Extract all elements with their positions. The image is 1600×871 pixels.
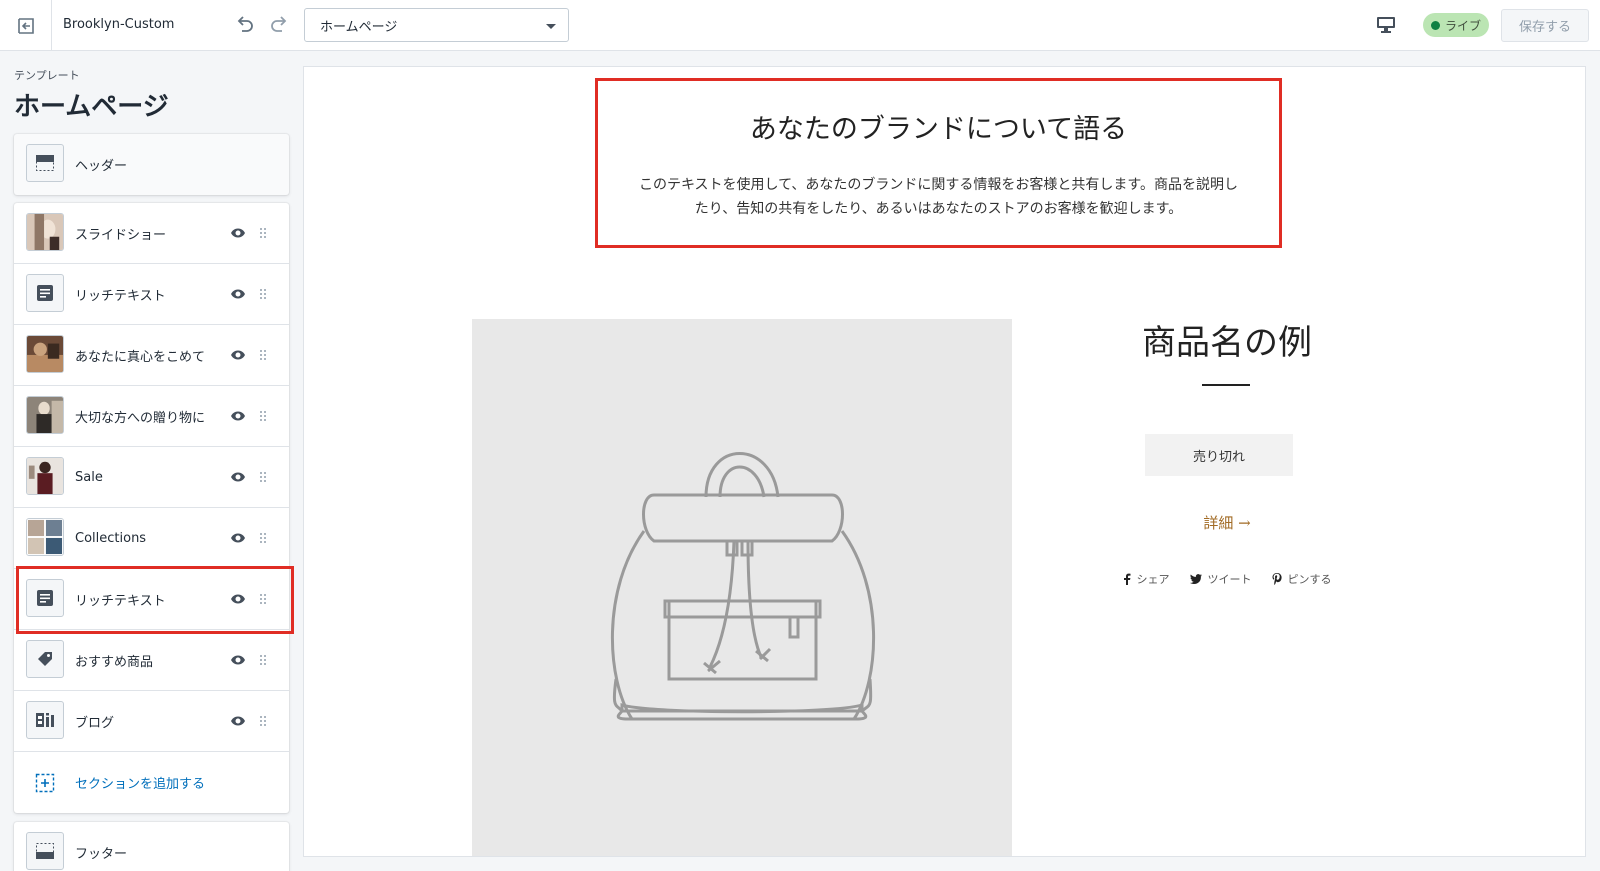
share-facebook-link[interactable]: シェア — [1123, 571, 1170, 587]
sidebar-item-featured-products[interactable]: おすすめ商品 — [14, 630, 289, 691]
drag-handle-icon[interactable] — [259, 288, 267, 300]
share-facebook-label: シェア — [1136, 573, 1170, 586]
eye-icon[interactable] — [230, 714, 246, 728]
add-section-label: セクションを追加する — [75, 777, 206, 792]
slideshow-thumbnail — [26, 213, 64, 251]
social-share-row: シェア ツイート ピンする — [1104, 571, 1350, 587]
sidebar-item-label: スライドショー — [75, 227, 167, 243]
sidebar-item-gift[interactable]: 大切な方への贈り物に — [14, 386, 289, 447]
sidebar-item-label: Sale — [75, 469, 103, 485]
eye-icon[interactable] — [230, 409, 246, 423]
device-preview-button[interactable] — [1374, 13, 1398, 37]
twitter-icon — [1189, 574, 1202, 584]
sidebar-item-image-with-text[interactable]: あなたに真心をこめて — [14, 325, 289, 386]
undo-button[interactable] — [232, 12, 258, 38]
sidebar-item-label: Collections — [75, 530, 147, 546]
undo-icon — [237, 16, 253, 32]
drag-handle-icon[interactable] — [259, 349, 267, 361]
sidebar-item-slideshow[interactable]: スライドショー — [14, 203, 289, 264]
page-template-value: ホームページ — [320, 19, 398, 35]
drag-handle-icon[interactable] — [259, 532, 267, 544]
sidebar-item-blog[interactable]: ブログ — [14, 691, 289, 752]
drag-handle-icon[interactable] — [259, 227, 267, 239]
redo-icon — [271, 16, 287, 32]
footer-section-card: フッター — [14, 822, 289, 871]
chevron-down-icon — [546, 24, 556, 29]
share-pinterest-label: ピンする — [1287, 573, 1332, 586]
sections-list-card: スライドショー リッチテキスト あなたに真心をこめて 大切な方への贈り物に Sa — [14, 203, 289, 813]
share-twitter-label: ツイート — [1207, 573, 1252, 586]
save-button[interactable]: 保存する — [1501, 9, 1589, 42]
backpack-icon — [610, 452, 876, 721]
share-pinterest-link[interactable]: ピンする — [1272, 571, 1332, 587]
sold-out-button[interactable]: 売り切れ — [1145, 434, 1293, 476]
text-section-icon — [26, 274, 64, 312]
rich-text-body: このテキストを使用して、あなたのブランドに関する情報をお客様と共有します。商品を… — [638, 177, 1239, 217]
live-status-badge: ライブ — [1423, 13, 1490, 37]
sidebar-item-label: おすすめ商品 — [75, 654, 154, 670]
details-link[interactable]: 詳細 → — [1104, 512, 1350, 533]
drag-handle-icon[interactable] — [259, 593, 267, 605]
sidebar-item-rich-text[interactable]: リッチテキスト — [14, 264, 289, 325]
desktop-icon — [1377, 17, 1395, 33]
top-bar: Brooklyn-Custom ホームページ ライブ 保存する — [0, 0, 1600, 51]
rich-text-section-preview[interactable]: あなたのブランドについて語る このテキストを使用して、あなたのブランドに関する情… — [595, 78, 1282, 248]
drag-handle-icon[interactable] — [259, 654, 267, 666]
eye-icon[interactable] — [230, 531, 246, 545]
sidebar-item-footer[interactable]: フッター — [14, 822, 289, 871]
gift-thumbnail — [26, 396, 64, 434]
share-twitter-link[interactable]: ツイート — [1189, 571, 1252, 587]
eye-icon[interactable] — [230, 592, 246, 606]
drag-handle-icon[interactable] — [259, 471, 267, 483]
sidebar-item-label: あなたに真心をこめて — [75, 349, 206, 365]
sidebar-item-collections[interactable]: Collections — [14, 508, 289, 569]
sidebar-item-rich-text-2[interactable]: リッチテキスト — [14, 569, 289, 630]
collections-thumbnail — [26, 518, 64, 556]
add-section-icon — [35, 773, 55, 793]
title-divider — [1202, 384, 1250, 386]
redo-button[interactable] — [266, 12, 292, 38]
live-status-label: ライブ — [1445, 18, 1482, 33]
facebook-icon — [1123, 573, 1130, 585]
tag-icon — [26, 640, 64, 678]
text-section-icon — [26, 579, 64, 617]
header-section-card: ヘッダー — [14, 134, 289, 195]
product-image-placeholder — [472, 319, 1012, 856]
exit-editor-button[interactable] — [0, 0, 52, 51]
add-section-button[interactable]: セクションを追加する — [14, 752, 289, 813]
exit-icon — [17, 17, 34, 34]
sidebar-item-label: リッチテキスト — [75, 288, 166, 304]
page-template-select[interactable]: ホームページ — [304, 8, 569, 42]
sale-thumbnail — [26, 457, 64, 495]
sidebar-title: ホームページ — [14, 92, 169, 122]
blog-icon — [26, 701, 64, 739]
sidebar-item-label: ブログ — [75, 715, 115, 731]
pinterest-icon — [1272, 573, 1282, 585]
eye-icon[interactable] — [230, 348, 246, 362]
theme-name: Brooklyn-Custom — [63, 17, 175, 32]
sidebar-item-label: リッチテキスト — [75, 593, 166, 609]
sidebar-item-label: 大切な方への贈り物に — [75, 410, 206, 426]
theme-preview: あなたのブランドについて語る このテキストを使用して、あなたのブランドに関する情… — [304, 67, 1585, 856]
image-with-text-thumbnail — [26, 335, 64, 373]
sidebar-item-sale[interactable]: Sale — [14, 447, 289, 508]
eye-icon[interactable] — [230, 226, 246, 240]
product-title: 商品名の例 — [1142, 323, 1312, 363]
drag-handle-icon[interactable] — [259, 410, 267, 422]
rich-text-heading: あなたのブランドについて語る — [749, 114, 1128, 145]
header-layout-icon — [26, 144, 64, 182]
eye-icon[interactable] — [230, 470, 246, 484]
sidebar-item-header[interactable]: ヘッダー — [14, 134, 289, 195]
eye-icon[interactable] — [230, 653, 246, 667]
live-dot-icon — [1431, 20, 1440, 30]
sidebar-item-label: フッター — [75, 847, 128, 862]
footer-layout-icon — [26, 832, 64, 870]
eye-icon[interactable] — [230, 287, 246, 301]
drag-handle-icon[interactable] — [259, 715, 267, 727]
sidebar-subtitle: テンプレート — [14, 69, 80, 82]
sidebar-item-label: ヘッダー — [75, 159, 128, 174]
